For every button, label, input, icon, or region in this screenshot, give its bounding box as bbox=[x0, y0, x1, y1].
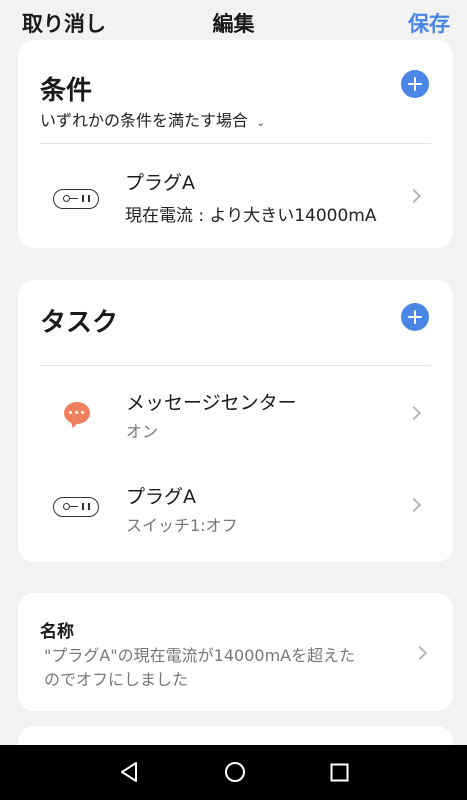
task-name-label: メッセージセンター bbox=[126, 392, 297, 414]
condition-device-label: プラグA bbox=[125, 172, 195, 194]
name-value-line: "プラグA"の現在電流が14000mAを超えた bbox=[44, 646, 356, 665]
task-state-label: オン bbox=[126, 422, 159, 441]
name-card[interactable]: 名称 "プラグA"の現在電流が14000mAを超えた のでオフにしました bbox=[18, 593, 453, 711]
message-bubble-icon bbox=[64, 402, 90, 424]
chevron-down-icon: ⌄ bbox=[256, 116, 266, 129]
chevron-right-icon bbox=[412, 645, 428, 661]
condition-detail: 現在電流 : より大きい14000mA bbox=[125, 206, 377, 226]
back-triangle-icon[interactable] bbox=[119, 761, 139, 783]
task-row-message-center[interactable]: メッセージセンター オン bbox=[18, 366, 453, 462]
tasks-title: タスク bbox=[40, 308, 119, 338]
condition-row[interactable]: プラグA 現在電流 : より大きい14000mA bbox=[18, 144, 453, 244]
plug-icon bbox=[53, 497, 99, 517]
task-name-label: プラグA bbox=[126, 486, 196, 508]
task-row-plug[interactable]: プラグA スイッチ1:オフ bbox=[18, 462, 453, 558]
cancel-button[interactable]: 取り消し bbox=[22, 8, 106, 38]
navigation-bar bbox=[0, 745, 467, 800]
tasks-card: タスク メッセージセンター オン プラグA スイッチ1:オフ bbox=[18, 280, 453, 562]
match-mode-dropdown[interactable]: いずれかの条件を満たす場合 ⌄ bbox=[40, 107, 265, 131]
name-label: 名称 bbox=[40, 622, 74, 642]
add-condition-plus-icon[interactable] bbox=[401, 70, 429, 98]
add-task-plus-icon[interactable] bbox=[401, 303, 429, 331]
save-button[interactable]: 保存 bbox=[408, 8, 450, 38]
chevron-right-icon bbox=[406, 497, 422, 513]
conditions-title: 条件 bbox=[40, 76, 93, 106]
name-value-line: のでオフにしました bbox=[44, 670, 189, 689]
match-mode-label: いずれかの条件を満たす場合 bbox=[40, 111, 249, 130]
plug-icon bbox=[53, 189, 99, 209]
task-state-label: スイッチ1:オフ bbox=[126, 516, 238, 535]
name-value: "プラグA"の現在電流が14000mAを超えた のでオフにしました bbox=[44, 644, 355, 692]
home-circle-icon[interactable] bbox=[224, 761, 246, 783]
recents-square-icon[interactable] bbox=[330, 763, 349, 782]
conditions-card: 条件 いずれかの条件を満たす場合 ⌄ プラグA 現在電流 : より大きい1400… bbox=[18, 40, 453, 248]
chevron-right-icon bbox=[406, 188, 422, 204]
chevron-right-icon bbox=[406, 405, 422, 421]
